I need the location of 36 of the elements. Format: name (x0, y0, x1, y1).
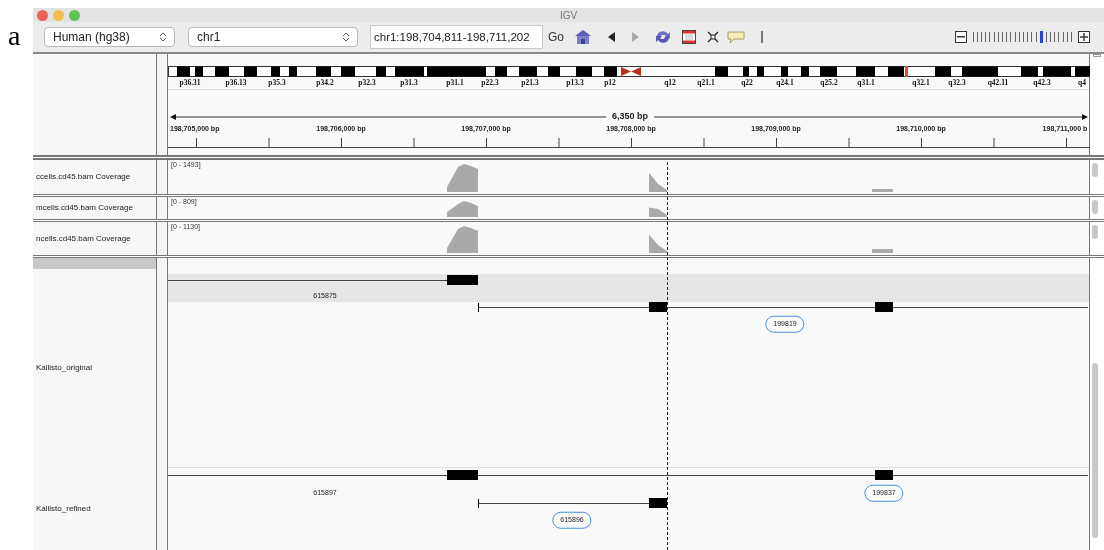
track-name: ncells.cd45.bam Coverage (36, 232, 131, 245)
stepper-icon (160, 32, 166, 42)
locus-field[interactable]: chr1:198,704,811-198,711,202 (370, 25, 543, 49)
track-name: ccells.cd45.bam Coverage (36, 171, 131, 183)
chromosome-dropdown[interactable]: chr1 (188, 27, 358, 47)
window-title: IGV (559, 9, 578, 23)
zoom-out-button[interactable] (954, 31, 967, 43)
crosshair-icon[interactable] (707, 31, 719, 43)
exon-block (875, 302, 893, 312)
track-name: Kallisto_original (36, 362, 93, 374)
refresh-icon[interactable] (654, 29, 672, 45)
go-button[interactable]: Go (548, 28, 564, 46)
back-button[interactable] (606, 31, 616, 43)
exon-block (447, 275, 478, 285)
exon-block (447, 470, 478, 480)
minus-icon (956, 36, 965, 38)
genome-dropdown[interactable]: Human (hg38) (44, 27, 175, 47)
fit-window-icon[interactable] (682, 30, 696, 44)
track-name: mcells.cd45.bam Coverage (36, 202, 133, 214)
close-icon[interactable] (37, 10, 48, 21)
scrollbar-thumb[interactable] (1092, 225, 1098, 239)
zoom-in-button[interactable] (1078, 31, 1090, 43)
exon-block (875, 470, 893, 480)
scrollbar-thumb[interactable] (1092, 163, 1098, 177)
exon-block (649, 302, 667, 312)
zoom-slider[interactable] (972, 31, 1072, 43)
scrollbar-thumb[interactable] (1092, 363, 1098, 538)
figure-label: a (8, 20, 21, 51)
home-icon[interactable] (574, 29, 592, 45)
track-name: Kallisto_refined (36, 502, 91, 515)
span-length: 6,350 bp (606, 110, 654, 124)
scrollbar-thumb[interactable] (1092, 200, 1098, 214)
zoom-thumb[interactable] (1039, 31, 1043, 43)
stepper-icon (343, 32, 349, 42)
plus-icon (1080, 33, 1088, 41)
exon-block (649, 498, 667, 508)
